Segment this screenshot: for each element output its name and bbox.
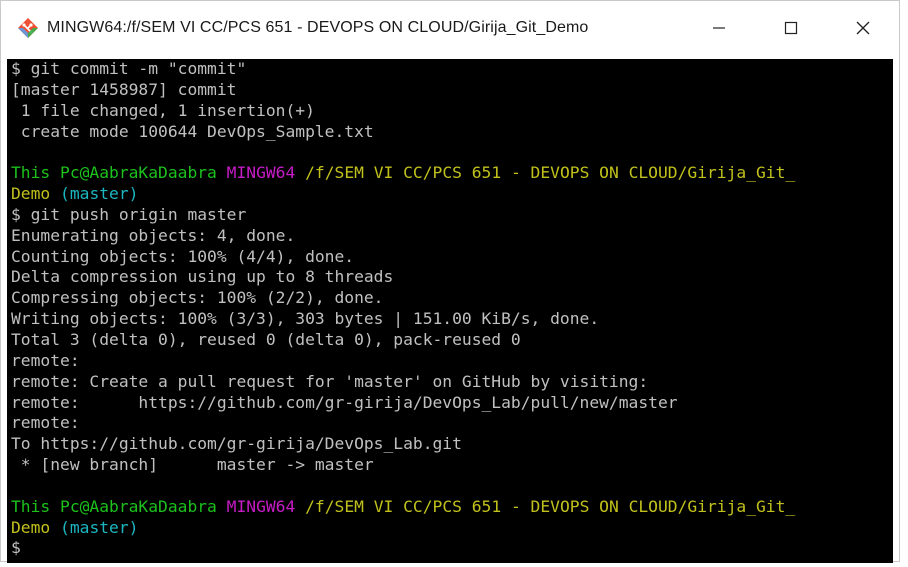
terminal-text: (master) <box>60 517 139 537</box>
terminal-text: $ <box>11 538 21 558</box>
close-icon <box>856 21 870 35</box>
terminal-line: [master 1458987] commit <box>11 80 893 101</box>
terminal-line: $ git push origin master <box>11 205 893 226</box>
terminal-line: Compressing objects: 100% (2/2), done. <box>11 288 893 309</box>
terminal-line: Counting objects: 100% (4/4), done. <box>11 247 893 268</box>
terminal-text: Enumerating objects: 4, done. <box>11 225 296 245</box>
terminal-text: /f/SEM VI CC/PCS 651 - DEVOPS ON CLOUD/G… <box>305 496 796 516</box>
terminal-text: $ git commit -m "commit" <box>11 59 247 78</box>
terminal-text: This Pc@AabraKaDaabra <box>11 163 217 183</box>
terminal-text: Demo <box>11 517 51 537</box>
terminal-text: Writing objects: 100% (3/3), 303 bytes |… <box>11 309 600 329</box>
terminal-output[interactable]: $ git commit -m "commit" [master 1458987]… <box>7 59 893 563</box>
terminal-line: Total 3 (delta 0), reused 0 (delta 0), p… <box>11 330 893 351</box>
terminal-line: Writing objects: 100% (3/3), 303 bytes |… <box>11 309 893 330</box>
terminal-line: Delta compression using up to 8 threads <box>11 267 893 288</box>
terminal-line: create mode 100644 DevOps_Sample.txt <box>11 122 893 143</box>
terminal-line: $ git commit -m "commit" <box>11 59 893 80</box>
terminal-text: create mode 100644 DevOps_Sample.txt <box>11 121 374 141</box>
terminal-line: remote: Create a pull request for 'maste… <box>11 372 893 393</box>
terminal-text: To https://github.com/gr-girija/DevOps_L… <box>11 434 462 454</box>
terminal-text: remote: <box>11 413 80 433</box>
terminal-text: MINGW64 <box>226 496 296 516</box>
terminal-line: Demo (master) <box>11 184 893 205</box>
terminal-line: remote: <box>11 351 893 372</box>
terminal-text: /f/SEM VI CC/PCS 651 - DEVOPS ON CLOUD/G… <box>305 163 796 183</box>
terminal-line: This Pc@AabraKaDaabra MINGW64 /f/SEM VI … <box>11 163 893 184</box>
terminal-line: remote: <box>11 413 893 434</box>
window-controls <box>683 1 899 55</box>
terminal-text: [master 1458987] commit <box>11 79 237 99</box>
maximize-button[interactable] <box>755 1 827 55</box>
terminal-text: Delta compression using up to 8 threads <box>11 267 394 287</box>
terminal-line: 1 file changed, 1 insertion(+) <box>11 101 893 122</box>
terminal-text: MINGW64 <box>226 163 296 183</box>
terminal-line: Demo (master) <box>11 518 893 539</box>
terminal-line: remote: https://github.com/gr-girija/Dev… <box>11 393 893 414</box>
terminal-line: To https://github.com/gr-girija/DevOps_L… <box>11 434 893 455</box>
terminal-line: $ <box>11 538 893 559</box>
terminal-window: MINGW64:/f/SEM VI CC/PCS 651 - DEVOPS ON… <box>0 0 900 563</box>
terminal-text: remote: Create a pull request for 'maste… <box>11 371 649 391</box>
terminal-lines: $ git commit -m "commit" [master 1458987]… <box>7 59 893 559</box>
terminal-text: Demo <box>11 184 51 204</box>
terminal-text: (master) <box>60 184 139 204</box>
git-bash-icon <box>18 18 38 38</box>
minimize-icon <box>713 27 725 29</box>
terminal-text: remote: https://github.com/gr-girija/Dev… <box>11 392 678 412</box>
terminal-text: This Pc@AabraKaDaabra <box>11 496 217 516</box>
terminal-text: * [new branch] master -> master <box>11 455 374 475</box>
terminal-text: Counting objects: 100% (4/4), done. <box>11 246 355 266</box>
terminal-line: Enumerating objects: 4, done. <box>11 226 893 247</box>
terminal-line: * [new branch] master -> master <box>11 455 893 476</box>
terminal-text: Total 3 (delta 0), reused 0 (delta 0), p… <box>11 329 521 349</box>
title-bar[interactable]: MINGW64:/f/SEM VI CC/PCS 651 - DEVOPS ON… <box>1 1 899 55</box>
terminal-text: 1 file changed, 1 insertion(+) <box>11 100 315 120</box>
close-button[interactable] <box>827 1 899 55</box>
minimize-button[interactable] <box>683 1 755 55</box>
window-title: MINGW64:/f/SEM VI CC/PCS 651 - DEVOPS ON… <box>47 19 589 36</box>
maximize-icon <box>784 21 798 35</box>
terminal-text: Compressing objects: 100% (2/2), done. <box>11 288 384 308</box>
terminal-text: $ git push origin master <box>11 204 247 224</box>
terminal-line: This Pc@AabraKaDaabra MINGW64 /f/SEM VI … <box>11 497 893 518</box>
terminal-text: remote: <box>11 350 80 370</box>
